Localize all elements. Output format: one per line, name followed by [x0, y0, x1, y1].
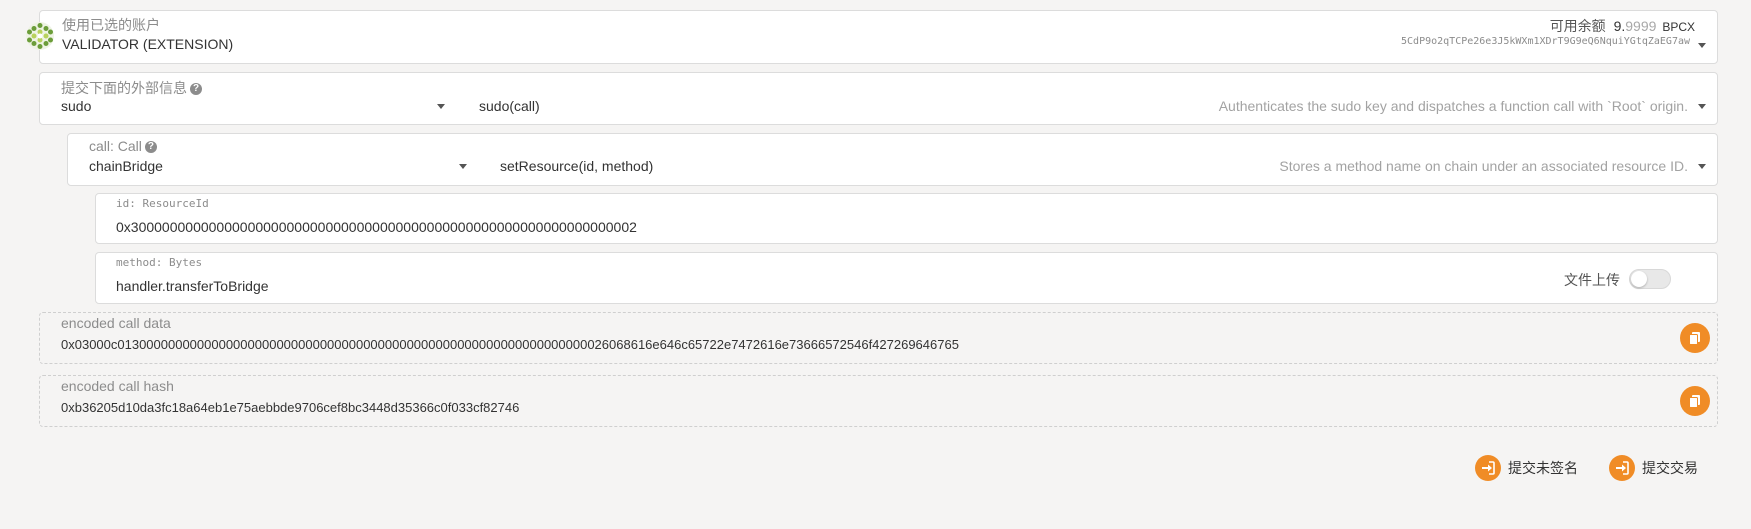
- account-label: 使用已选的账户: [62, 17, 160, 33]
- submit-transaction-button[interactable]: 提交交易: [1609, 455, 1698, 481]
- pallet-dropdown-value[interactable]: sudo: [61, 98, 91, 114]
- copy-button[interactable]: [1680, 323, 1710, 353]
- balance-decimals: 9999: [1625, 18, 1657, 34]
- call-pallet-dropdown-value[interactable]: chainBridge: [89, 158, 163, 174]
- submit-transaction-label: 提交交易: [1642, 460, 1698, 476]
- call-method-description: Stores a method name on chain under an a…: [1279, 158, 1688, 174]
- copy-icon: [1689, 395, 1700, 408]
- call-label-text: call: Call: [89, 138, 142, 154]
- param-id-label: id: ResourceId: [116, 197, 209, 210]
- account-name: VALIDATOR (EXTENSION): [62, 36, 234, 52]
- chevron-down-icon[interactable]: [437, 104, 445, 109]
- balance-label: 可用余额: [1549, 18, 1606, 34]
- param-id-input[interactable]: id: ResourceId 0x30000000000000000000000…: [95, 193, 1718, 244]
- sign-in-icon: [1475, 455, 1501, 481]
- file-upload-toggle[interactable]: [1629, 269, 1671, 289]
- submit-unsigned-label: 提交未签名: [1508, 460, 1578, 476]
- chevron-down-icon: [1698, 43, 1706, 48]
- file-upload-label: 文件上传: [1564, 272, 1620, 288]
- chevron-down-icon[interactable]: [1698, 104, 1706, 109]
- param-method-input[interactable]: method: Bytes handler.transferToBridge 文…: [95, 252, 1718, 304]
- param-id-value[interactable]: 0x30000000000000000000000000000000000000…: [116, 219, 637, 235]
- extrinsic-selector: 提交下面的外部信息? sudo sudo(call) Authenticates…: [39, 72, 1718, 125]
- copy-icon: [1689, 332, 1700, 345]
- chevron-down-icon[interactable]: [459, 164, 467, 169]
- account-address: 5CdP9o2qTCPe26e3J5kWXm1XDrT9G9eQ6NquiYGt…: [1401, 36, 1690, 47]
- call-selector: call: Call? chainBridge setResource(id, …: [67, 133, 1718, 186]
- encoded-data-value: 0x03000c01300000000000000000000000000000…: [61, 337, 959, 352]
- encoded-hash-label: encoded call hash: [61, 378, 174, 394]
- encoded-call-data: encoded call data 0x03000c01300000000000…: [39, 312, 1718, 364]
- help-icon[interactable]: ?: [190, 83, 202, 96]
- help-icon[interactable]: ?: [144, 141, 157, 154]
- extrinsic-label-text: 提交下面的外部信息: [61, 80, 187, 96]
- encoded-hash-value: 0xb36205d10da3fc18a64eb1e75aebbde9706cef…: [61, 400, 520, 415]
- encoded-data-label: encoded call data: [61, 315, 171, 331]
- param-method-label: method: Bytes: [116, 256, 203, 269]
- balance-int: 9.: [1613, 18, 1626, 34]
- encoded-call-hash: encoded call hash 0xb36205d10da3fc18a64e…: [39, 375, 1718, 427]
- call-label: call: Call?: [89, 138, 157, 154]
- copy-button[interactable]: [1680, 386, 1710, 416]
- param-method-value[interactable]: handler.transferToBridge: [116, 278, 269, 294]
- balance-unit: BPCX: [1662, 20, 1695, 34]
- submit-unsigned-button[interactable]: 提交未签名: [1475, 455, 1578, 481]
- toggle-knob: [1631, 271, 1647, 287]
- call-method-dropdown-value[interactable]: setResource(id, method): [500, 158, 653, 174]
- extrinsic-label: 提交下面的外部信息?: [61, 78, 202, 98]
- method-description: Authenticates the sudo key and dispatche…: [1218, 98, 1688, 114]
- balance: 可用余额 9.9999 BPCX: [1550, 16, 1695, 36]
- account-selector[interactable]: 使用已选的账户 VALIDATOR (EXTENSION) 可用余额 9.999…: [39, 10, 1718, 64]
- method-dropdown-value[interactable]: sudo(call): [479, 98, 540, 114]
- chevron-down-icon[interactable]: [1698, 164, 1706, 169]
- identicon: [26, 22, 54, 50]
- sign-in-icon: [1609, 455, 1635, 481]
